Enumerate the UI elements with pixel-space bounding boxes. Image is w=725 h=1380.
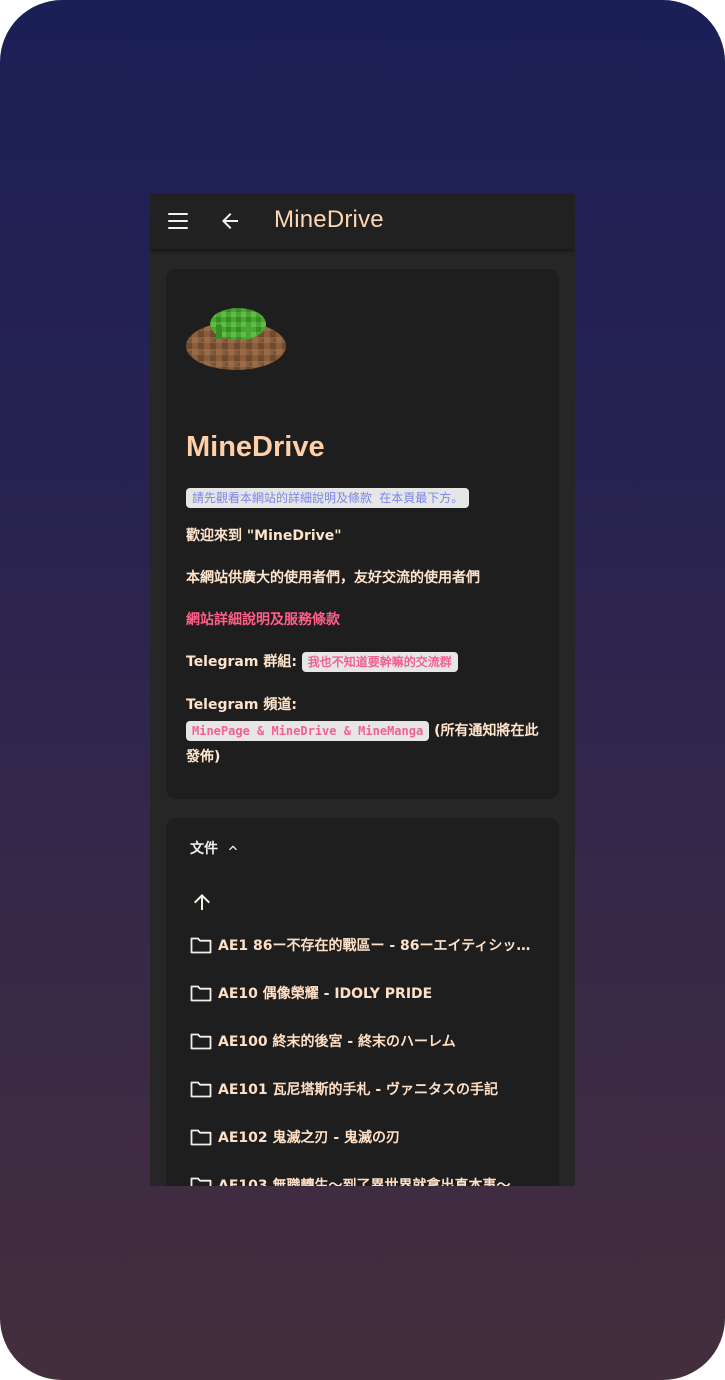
welcome-text: 歡迎來到 "MineDrive" [186,528,342,544]
file-row[interactable]: AE1 86ー不存在的戰區ー - 86ーエイティシックスー [190,934,550,958]
file-name: AE10 偶像榮耀 - IDOLY PRIDE [218,986,433,1002]
file-row[interactable]: AE10 偶像榮耀 - IDOLY PRIDE [190,982,550,1006]
app-title: MineDrive [274,206,384,233]
terms-link[interactable]: 網站詳細說明及服務條款 [186,607,546,633]
audience-text: 本網站供廣大的使用者們，友好交流的使用者們 [186,570,480,586]
telegram-group-link[interactable]: 我也不知道要幹嘛的交流群 [301,652,458,672]
file-row[interactable]: AE102 鬼滅之刃 - 鬼滅の刃 [190,1126,550,1150]
file-name: AE102 鬼滅之刃 - 鬼滅の刃 [218,1130,401,1146]
folder-icon [190,985,212,1002]
files-toggle[interactable]: 文件 [190,838,241,858]
site-heading: MineDrive [186,431,325,463]
site-logo [186,308,286,370]
telegram-channel-label: Telegram 頻道: [186,697,297,713]
file-row[interactable]: AE100 終末的後宮 - 終末のハーレム [190,1030,550,1054]
folder-icon [190,937,212,954]
arrow-back-icon[interactable] [218,209,242,233]
top-app-bar: MineDrive [150,193,575,249]
telegram-group: Telegram 群組: 我也不知道要幹嘛的交流群 [186,649,546,675]
file-row[interactable]: AE101 瓦尼塔斯的手札 - ヴァニタスの手記 [190,1078,550,1102]
file-name: AE101 瓦尼塔斯的手札 - ヴァニタスの手記 [218,1082,499,1098]
telegram-channel: Telegram 頻道: MinePage & MineDrive & Mine… [186,692,546,770]
info-card: MineDrive 請先觀看本網站的詳細說明及條款 在本頁最下方。 歡迎來到 "… [166,269,559,799]
folder-icon [190,1033,212,1050]
chevron-up-icon [228,845,237,851]
folder-icon [190,1081,212,1098]
arrow-up-icon[interactable] [190,890,214,914]
folder-icon [190,1129,212,1146]
notice-tag: 請先觀看本網站的詳細說明及條款 在本頁最下方。 [186,488,470,508]
telegram-group-label: Telegram 群組: [186,654,297,670]
file-name: AE103 無職轉生～到了異世界就拿出真本事～ [218,1178,511,1186]
folder-icon [190,1177,212,1186]
files-card: 文件 AE1 86ー不存在的戰區ー - 86ーエイティシックスー AE10 偶像榮… [166,818,559,1186]
telegram-channel-link[interactable]: MinePage & MineDrive & MineManga [186,721,430,741]
app-screen: MineDrive MineDrive 請先觀看本網站的詳細說明及條款 在本頁最… [150,193,575,1186]
file-name: AE1 86ー不存在的戰區ー - 86ーエイティシックスー [218,938,538,954]
file-row[interactable]: AE103 無職轉生～到了異世界就拿出真本事～ [190,1174,550,1186]
file-name: AE100 終末的後宮 - 終末のハーレム [218,1034,456,1050]
menu-icon[interactable] [168,213,188,229]
files-header-label: 文件 [190,841,218,857]
device-frame: MineDrive MineDrive 請先觀看本網站的詳細說明及條款 在本頁最… [0,0,725,1380]
